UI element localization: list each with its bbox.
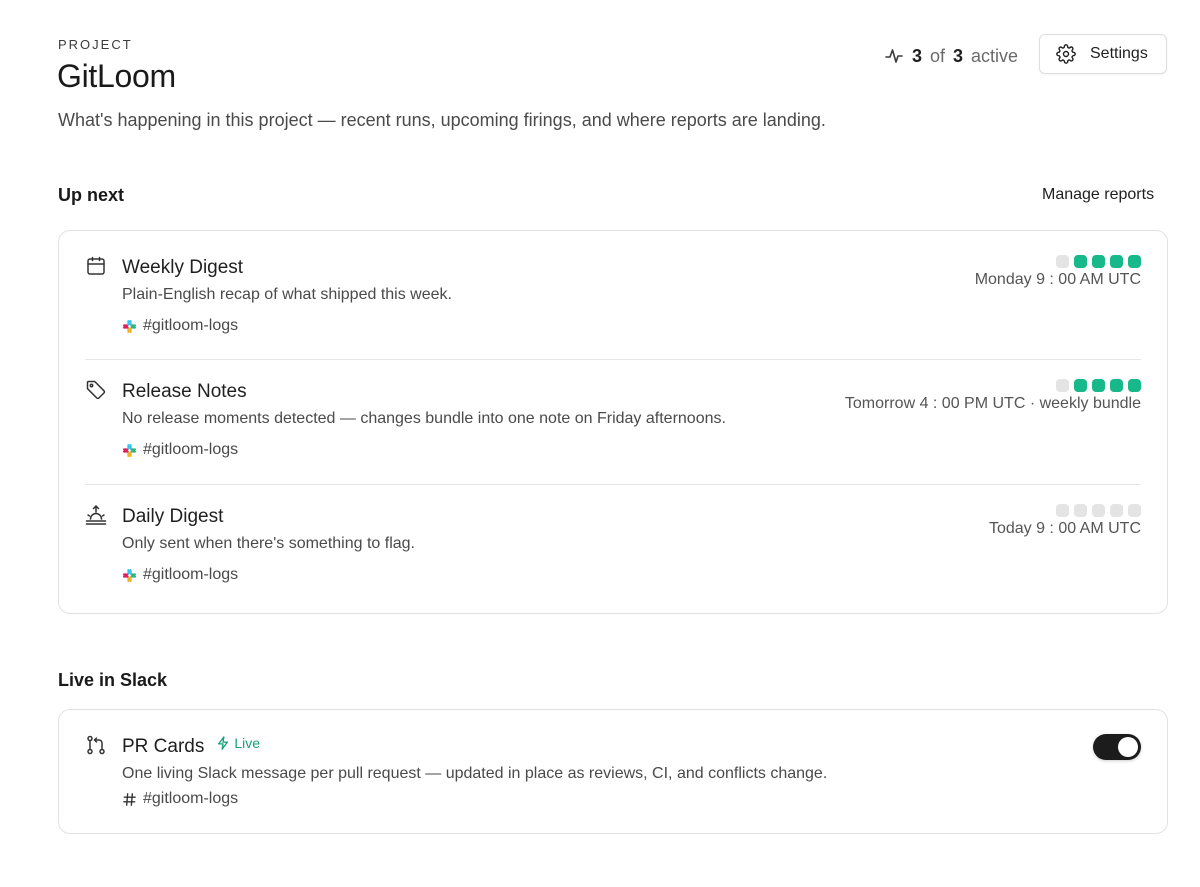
active-total-value: 3 xyxy=(953,45,964,66)
pull-request-icon xyxy=(87,735,105,755)
live-item-name: PR Cards xyxy=(122,736,205,757)
live-item-pr-cards[interactable]: PR Cards Live One living Slack message pe… xyxy=(85,734,1141,814)
report-next-time: Monday 9 : 00 AM UTC xyxy=(974,271,1141,288)
settings-button[interactable]: Settings xyxy=(1039,34,1167,74)
lightning-icon xyxy=(218,736,229,750)
run-history xyxy=(1056,504,1141,517)
sunrise-icon xyxy=(85,505,107,525)
run-dot-empty xyxy=(1056,255,1069,268)
project-eyebrow: PROJECT xyxy=(58,37,133,52)
run-dot-success xyxy=(1092,255,1105,268)
report-row-release-notes[interactable]: Release Notes No release moments detecte… xyxy=(85,379,1141,469)
report-next-time: Today 9 : 00 AM UTC xyxy=(988,520,1141,537)
run-dot-empty xyxy=(1074,504,1087,517)
run-dot-success xyxy=(1074,379,1087,392)
gear-icon xyxy=(1056,44,1076,64)
report-channel: #gitloom-logs xyxy=(122,317,238,335)
active-of-label: of xyxy=(930,45,946,66)
run-dot-success xyxy=(1128,379,1141,392)
live-item-description: One living Slack message per pull reques… xyxy=(122,765,828,782)
run-dot-empty xyxy=(1056,504,1069,517)
up-next-heading: Up next xyxy=(58,185,125,205)
report-description: Only sent when there's something to flag… xyxy=(122,535,415,552)
slack-icon xyxy=(122,568,137,582)
run-history xyxy=(1056,379,1141,392)
active-count: 3 of 3 active xyxy=(884,42,1018,70)
report-channel: #gitloom-logs xyxy=(122,441,238,459)
report-description: Plain-English recap of what shipped this… xyxy=(122,286,452,303)
hash-icon xyxy=(123,792,136,806)
up-next-card: Weekly Digest Plain-English recap of wha… xyxy=(58,230,1168,614)
report-channel-name: #gitloom-logs xyxy=(143,566,239,583)
live-item-channel: #gitloom-logs xyxy=(122,790,238,808)
manage-reports-link[interactable]: Manage reports xyxy=(1042,186,1154,204)
page-title: GitLoom xyxy=(57,58,176,94)
run-dot-empty xyxy=(1110,504,1123,517)
active-label: active xyxy=(971,45,1019,66)
live-badge: Live xyxy=(216,735,260,751)
tag-icon xyxy=(86,380,106,400)
run-dot-success xyxy=(1110,255,1123,268)
report-name: Daily Digest xyxy=(122,506,224,527)
row-divider xyxy=(85,484,1141,485)
report-name: Weekly Digest xyxy=(122,257,244,278)
report-channel: #gitloom-logs xyxy=(122,566,238,584)
pr-cards-toggle[interactable] xyxy=(1093,734,1141,760)
report-row-weekly-digest[interactable]: Weekly Digest Plain-English recap of wha… xyxy=(85,255,1141,345)
live-in-slack-card: PR Cards Live One living Slack message pe… xyxy=(58,709,1168,834)
slack-icon xyxy=(122,443,137,457)
run-dot-success xyxy=(1074,255,1087,268)
run-dot-empty xyxy=(1056,379,1069,392)
report-channel-name: #gitloom-logs xyxy=(143,317,239,334)
row-divider xyxy=(85,359,1141,360)
live-item-channel-name: #gitloom-logs xyxy=(143,790,239,807)
page-subtitle: What's happening in this project — recen… xyxy=(58,110,826,130)
report-next-time: Tomorrow 4 : 00 PM UTC · weekly bundle xyxy=(844,395,1141,412)
run-dot-empty xyxy=(1128,504,1141,517)
run-history xyxy=(1056,255,1141,268)
settings-button-label: Settings xyxy=(1090,45,1148,62)
live-in-slack-heading: Live in Slack xyxy=(58,670,168,690)
report-name: Release Notes xyxy=(122,381,247,402)
run-dot-success xyxy=(1092,379,1105,392)
activity-icon xyxy=(885,49,903,63)
active-count-value: 3 xyxy=(912,45,923,66)
run-dot-success xyxy=(1128,255,1141,268)
run-dot-success xyxy=(1110,379,1123,392)
report-row-daily-digest[interactable]: Daily Digest Only sent when there's some… xyxy=(85,504,1141,594)
slack-icon xyxy=(122,319,137,333)
toggle-knob xyxy=(1118,737,1138,757)
calendar-icon xyxy=(87,256,105,275)
live-badge-label: Live xyxy=(234,735,261,751)
run-dot-empty xyxy=(1092,504,1105,517)
report-description: No release moments detected — changes bu… xyxy=(122,410,726,427)
report-channel-name: #gitloom-logs xyxy=(143,441,239,458)
live-item-name-row: PR Cards Live xyxy=(122,735,260,758)
